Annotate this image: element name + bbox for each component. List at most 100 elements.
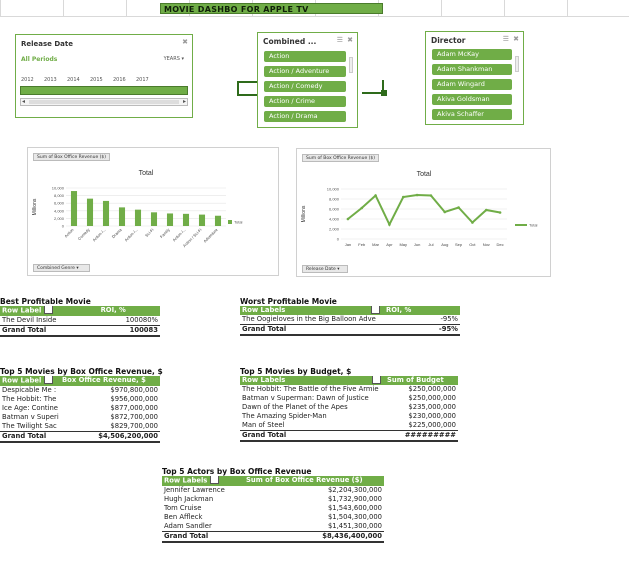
- filter-dropdown-icon[interactable]: [209, 476, 219, 484]
- row-value: -95%: [440, 315, 458, 323]
- slicer-item-action-drama[interactable]: Action / Drama: [264, 111, 346, 122]
- bar: [198, 214, 206, 226]
- timeline-year[interactable]: 2014: [67, 77, 80, 83]
- row-labels-header[interactable]: Row Labels: [240, 376, 385, 385]
- slicer-item-action-adventure[interactable]: Action / Adventure: [264, 66, 346, 77]
- scroll-right-icon[interactable]: ▸: [183, 98, 186, 105]
- y-tick-label: 2,000: [329, 227, 340, 232]
- data-point: [374, 194, 377, 197]
- timeline-years: 2012 2013 2014 2015 2016 2017: [21, 77, 189, 85]
- genre-revenue-chart[interactable]: Sum of Box Office Revenue ($) Combined G…: [27, 147, 279, 276]
- filter-dropdown-icon[interactable]: [372, 376, 381, 384]
- table-row: Despicable Me : $970,800,000: [2, 385, 158, 394]
- timeline-year[interactable]: 2017: [136, 77, 149, 83]
- line-chart: Total Millions 0 2,000 4,000 6,000 8,000 10,000…: [301, 171, 538, 247]
- x-tick-label: Action /...: [91, 227, 106, 242]
- director-slicer[interactable]: Director ☰ ✖ Adam McKay Adam Shankman Ad…: [425, 31, 524, 125]
- clear-filter-icon[interactable]: ✖: [347, 36, 353, 44]
- x-tick-label: Mar: [372, 242, 380, 247]
- top5-actors-title: Top 5 Actors by Box Office Revenue: [162, 467, 312, 476]
- filter-dropdown-icon[interactable]: [43, 376, 53, 384]
- grand-total-row: Grand Total $4,506,200,000: [0, 430, 160, 443]
- slicer-item-adam-mckay[interactable]: Adam McKay: [432, 49, 512, 60]
- best-profitable-title: Best Profitable Movie: [0, 297, 91, 306]
- timeline-year[interactable]: 2015: [90, 77, 103, 83]
- filter-dropdown-icon[interactable]: [371, 306, 380, 314]
- clear-filter-icon[interactable]: ✖: [182, 38, 188, 46]
- multi-select-icon[interactable]: ☰: [503, 35, 509, 43]
- slicer-title: Combined ...: [263, 37, 317, 46]
- table-row: Batman v Superman: Dawn of Justice $250,0…: [242, 394, 456, 402]
- data-point: [346, 217, 350, 221]
- x-tick-label: Sci-Fi: [144, 227, 155, 238]
- x-tick-label: Nov: [483, 242, 490, 247]
- y-tick-label: 6,000: [329, 207, 340, 212]
- row-labels-header[interactable]: Row Label: [0, 376, 60, 386]
- row-labels-header[interactable]: Row Labels: [240, 306, 384, 315]
- timeline-year[interactable]: 2016: [113, 77, 126, 83]
- timeline-year[interactable]: 2013: [44, 77, 57, 83]
- x-tick-label: Action /...: [171, 227, 186, 242]
- chart-title: Total: [139, 170, 154, 177]
- x-tick-label: Family: [159, 227, 171, 239]
- slicer-item-action-crime[interactable]: Action / Crime: [264, 96, 346, 107]
- row-labels-header[interactable]: Row Label: [0, 306, 99, 316]
- filter-dropdown-icon[interactable]: [43, 306, 53, 314]
- table-row: Adam Sandler $1,451,300,000: [164, 521, 382, 530]
- y-tick-label: 10,000: [327, 187, 340, 192]
- slicer-item-akiva-goldsman[interactable]: Akiva Goldsman: [432, 94, 512, 105]
- slicer-item-akiva-schaffer[interactable]: Akiva Schaffer: [432, 109, 512, 120]
- x-tick-label: Jul: [428, 242, 433, 247]
- legend-swatch: [228, 220, 232, 224]
- scroll-left-icon[interactable]: ◂: [22, 98, 25, 105]
- table-row: Hugh Jackman $1,732,900,000: [164, 494, 382, 503]
- slicer-item-adam-shankman[interactable]: Adam Shankman: [432, 64, 512, 75]
- slicer-item-adam-wingard[interactable]: Adam Wingard: [432, 79, 512, 90]
- timeline-scrollbar[interactable]: ◂ ▸: [20, 98, 188, 106]
- timeline-period: All Periods: [21, 56, 58, 63]
- bar: [150, 212, 158, 226]
- data-point: [498, 211, 502, 214]
- connector-handle[interactable]: [381, 90, 387, 96]
- y-tick-label: 2,000: [54, 216, 65, 221]
- timeline-year[interactable]: 2012: [21, 77, 34, 83]
- x-tick-label: Aug: [441, 242, 448, 247]
- roi-header: ROI, %: [98, 306, 160, 316]
- bar: [134, 209, 142, 226]
- slicer-scrollbar[interactable]: [349, 57, 353, 73]
- table-row: Man of Steel $225,000,000: [242, 421, 456, 429]
- row-labels-header[interactable]: Row Labels: [162, 476, 244, 486]
- bar: [118, 207, 126, 226]
- slicer-item-action[interactable]: Action: [264, 51, 346, 62]
- worst-profitable-table: Row Labels ROI, % The Oogieloves in the …: [240, 306, 460, 336]
- row-value: 100080%: [125, 315, 158, 324]
- y-tick-label: 10,000: [52, 186, 65, 191]
- slicer-item-action-comedy[interactable]: Action / Comedy: [264, 81, 346, 92]
- data-point: [484, 208, 488, 212]
- clear-filter-icon[interactable]: ✖: [513, 35, 519, 43]
- table-row: The Devil Inside 100080%: [0, 316, 160, 326]
- data-point: [401, 195, 405, 199]
- bar: [166, 213, 174, 226]
- bar: [214, 215, 222, 226]
- timeline-selection-bar[interactable]: [20, 86, 188, 95]
- release-date-timeline[interactable]: Release Date ✖ All Periods YEARS ▾ 2012 2…: [15, 34, 193, 118]
- x-tick-label: Jan: [345, 242, 351, 247]
- table-row: The Hobbit: The $956,000,000: [2, 394, 158, 403]
- slicer-scrollbar[interactable]: [515, 56, 519, 72]
- value-header: Sum of Box Office Revenue ($): [244, 476, 384, 486]
- monthly-revenue-chart[interactable]: Sum of Box Office Revenue ($) Release Da…: [296, 148, 551, 277]
- bar: [70, 191, 78, 226]
- top5-revenue-title: Top 5 Movies by Box Office Revenue, $: [0, 367, 163, 376]
- row-label: The Oogieloves in the Big Balloon Adve: [242, 315, 376, 323]
- timeline-title: Release Date: [21, 40, 73, 48]
- roi-header: ROI, %: [384, 306, 460, 315]
- chart-title: Total: [417, 171, 432, 178]
- multi-select-icon[interactable]: ☰: [337, 36, 343, 44]
- timeline-unit-dropdown[interactable]: YEARS ▾: [164, 56, 184, 62]
- top5-revenue-table: Row Label Box Office Revenue, $ Despicab…: [0, 376, 160, 443]
- x-tick-label: Feb: [358, 242, 366, 247]
- top5-budget-title: Top 5 Movies by Budget, $: [240, 367, 352, 376]
- scroll-thumb[interactable]: [29, 100, 179, 104]
- combined-genre-slicer[interactable]: Combined ... ☰ ✖ Action Action / Adventu…: [257, 32, 358, 128]
